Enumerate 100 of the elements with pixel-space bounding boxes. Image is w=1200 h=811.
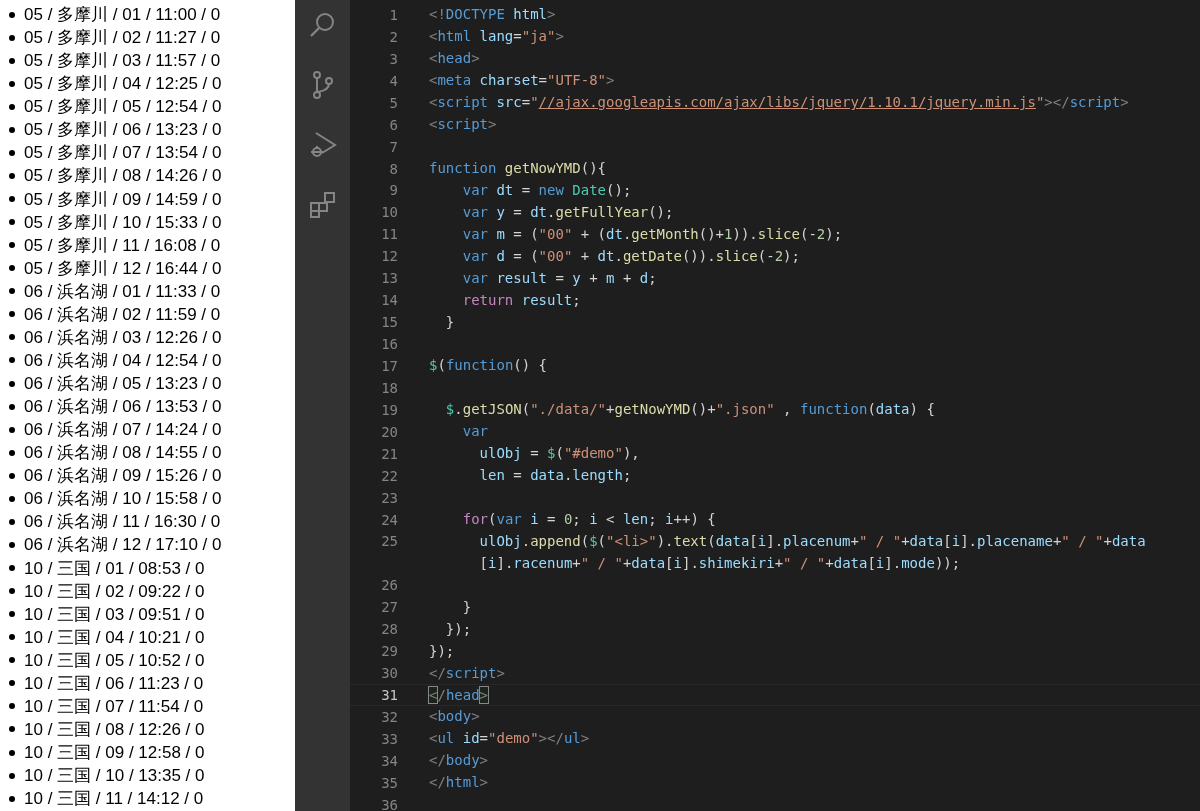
- list-item-text: 10 / 三国 / 08 / 12:26 / 0: [24, 718, 205, 741]
- bullet-icon: [9, 380, 15, 387]
- code-line: <script>: [429, 116, 497, 134]
- code-line: len = data.length;: [478, 467, 632, 485]
- bullet-icon: [9, 11, 15, 18]
- list-item-text: 06 / 浜名湖 / 12 / 17:10 / 0: [24, 534, 222, 557]
- extensions-icon[interactable]: [307, 190, 338, 220]
- line-number: 21: [380, 445, 398, 462]
- line-number: 14: [380, 292, 398, 309]
- line-number: 2: [388, 28, 398, 45]
- list-item-text: 05 / 多摩川 / 02 / 11:27 / 0: [24, 27, 221, 50]
- code-line: });: [429, 642, 455, 660]
- bullet-icon: [9, 518, 15, 525]
- bullet-icon: [9, 196, 15, 203]
- code-line: </body>: [429, 752, 488, 770]
- bullet-icon: [9, 80, 15, 87]
- line-number: 10: [380, 204, 398, 221]
- line-number: 5: [388, 94, 398, 111]
- bullet-icon: [9, 680, 15, 687]
- list-item-text: 05 / 多摩川 / 10 / 15:33 / 0: [24, 211, 222, 234]
- line-number: 20: [380, 423, 398, 440]
- code-line: <script src="//ajax.googleapis.com/ajax/libs/jquery/1.10.1/jquery.min.js"></script>: [429, 94, 1129, 112]
- line-number: 27: [380, 599, 398, 616]
- list-item-text: 05 / 多摩川 / 09 / 14:59 / 0: [24, 188, 222, 211]
- code-line: ulObj.append($("<li>").text(data[i].placenum+" / "+data[i].placename+" / "+data: [478, 532, 1146, 550]
- list-item-text: 06 / 浜名湖 / 08 / 14:55 / 0: [24, 442, 222, 465]
- line-number: 25: [380, 533, 398, 550]
- list-item-text: 06 / 浜名湖 / 03 / 12:26 / 0: [24, 326, 222, 349]
- code-line: });: [444, 620, 472, 638]
- line-number: 13: [380, 270, 398, 287]
- line-number: 18: [380, 379, 398, 396]
- line-number: 24: [380, 511, 398, 528]
- list-item-text: 06 / 浜名湖 / 09 / 15:26 / 0: [24, 465, 222, 488]
- list-item-text: 06 / 浜名湖 / 05 / 13:23 / 0: [24, 373, 222, 396]
- bullet-icon: [9, 126, 15, 133]
- bullet-icon: [9, 657, 15, 664]
- bullet-icon: [9, 426, 15, 433]
- line-number: 28: [380, 621, 398, 638]
- bullet-icon: [9, 172, 15, 179]
- bullet-icon: [9, 472, 15, 479]
- bullet-icon: [9, 541, 15, 548]
- bullet-icon: [9, 288, 15, 295]
- list-item-text: 06 / 浜名湖 / 10 / 15:58 / 0: [24, 488, 222, 511]
- code-line: <!DOCTYPE html>: [429, 6, 556, 24]
- bullet-icon: [9, 634, 15, 641]
- bullet-icon: [9, 749, 15, 756]
- list-item-text: 10 / 三国 / 11 / 14:12 / 0: [24, 788, 204, 811]
- code-line: <meta charset="UTF-8">: [429, 72, 615, 90]
- bullet-icon: [9, 57, 15, 64]
- line-number: 7: [388, 138, 398, 155]
- bullet-icon: [9, 311, 15, 318]
- line-number: 15: [380, 314, 398, 331]
- line-number: 26: [380, 577, 398, 594]
- code-line: var y = dt.getFullYear();: [461, 203, 674, 221]
- line-number: 8: [388, 160, 398, 177]
- bullet-icon: [9, 265, 15, 272]
- code-line: for(var i = 0; i < len; i++) {: [461, 511, 716, 529]
- code-line: var m = ("00" + (dt.getMonth()+1)).slice(-2);: [461, 225, 843, 243]
- list-item-text: 05 / 多摩川 / 11 / 16:08 / 0: [24, 234, 221, 257]
- bullet-icon: [9, 772, 15, 779]
- line-number: 3: [388, 50, 398, 67]
- code-line: </script>: [429, 664, 505, 682]
- bullet-icon: [9, 703, 15, 710]
- bullet-icon: [9, 334, 15, 341]
- line-number: 33: [380, 730, 398, 747]
- code-line: var dt = new Date();: [461, 181, 632, 199]
- bullet-icon: [9, 495, 15, 502]
- list-item-text: 05 / 多摩川 / 05 / 12:54 / 0: [24, 96, 222, 119]
- list-item-text: 05 / 多摩川 / 06 / 13:23 / 0: [24, 119, 222, 142]
- line-number: 17: [380, 357, 398, 374]
- code-line: <ul id="demo"></ul>: [429, 730, 590, 748]
- list-item-text: 05 / 多摩川 / 07 / 13:54 / 0: [24, 142, 222, 165]
- bullet-icon: [9, 795, 15, 802]
- bullet-icon: [9, 565, 15, 572]
- code-line: [i].racenum+" / "+data[i].shimekiri+" / "+data[i].mode));: [478, 554, 961, 572]
- list-item-text: 06 / 浜名湖 / 01 / 11:33 / 0: [24, 280, 221, 303]
- line-number: 29: [380, 643, 398, 660]
- list-item-text: 05 / 多摩川 / 04 / 12:25 / 0: [24, 73, 222, 96]
- list-item-text: 05 / 多摩川 / 03 / 11:57 / 0: [24, 50, 221, 73]
- code-line: var: [461, 423, 488, 441]
- list-item-text: 06 / 浜名湖 / 02 / 11:59 / 0: [24, 303, 221, 326]
- code-line: $.getJSON("./data/"+getNowYMD()+".json" , function(data) {: [444, 401, 935, 419]
- list-item-text: 10 / 三国 / 01 / 08:53 / 0: [24, 557, 205, 580]
- line-number: 12: [380, 248, 398, 265]
- line-number: 30: [380, 665, 398, 682]
- bullet-icon: [9, 449, 15, 456]
- bullet-icon: [9, 403, 15, 410]
- list-item-text: 06 / 浜名湖 / 07 / 14:24 / 0: [24, 419, 222, 442]
- bullet-icon: [9, 242, 15, 249]
- line-number: 35: [380, 774, 398, 791]
- list-item-text: 10 / 三国 / 10 / 13:35 / 0: [24, 765, 205, 788]
- bullet-icon: [9, 34, 15, 41]
- bullet-icon: [9, 149, 15, 156]
- bullet-icon: [9, 219, 15, 226]
- code-line: ulObj = $("#demo"),: [478, 445, 640, 463]
- code-line: $(function() {: [429, 357, 548, 375]
- list-item-text: 06 / 浜名湖 / 06 / 13:53 / 0: [24, 396, 222, 419]
- list-item-text: 10 / 三国 / 03 / 09:51 / 0: [24, 603, 205, 626]
- list-item-text: 10 / 三国 / 02 / 09:22 / 0: [24, 580, 205, 603]
- list-item-text: 06 / 浜名湖 / 11 / 16:30 / 0: [24, 511, 221, 534]
